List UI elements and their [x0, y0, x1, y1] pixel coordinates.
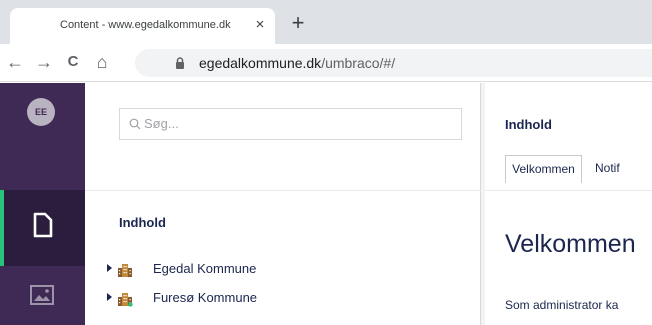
search-icon	[129, 118, 141, 130]
section-content[interactable]	[0, 190, 85, 266]
forward-icon[interactable]: →	[33, 51, 55, 73]
section-navigation: EE	[0, 83, 85, 325]
tree-item-label: Furesø Kommune	[153, 290, 258, 305]
tab-title: Content - www.egedalkommune.dk	[60, 19, 231, 31]
expand-caret-icon[interactable]	[107, 293, 112, 301]
favicon-icon	[22, 18, 36, 34]
tab-notifications[interactable]: Notif	[591, 155, 651, 183]
lock-icon	[176, 57, 184, 69]
umbraco-backoffice: EE Søg... Indhold Egedal Kommune Furesø …	[0, 83, 652, 325]
building-icon	[118, 293, 133, 307]
section-media[interactable]	[0, 266, 85, 325]
search-placeholder: Søg...	[144, 116, 179, 131]
tree-item[interactable]: Furesø Kommune	[105, 288, 465, 310]
image-icon	[30, 285, 54, 305]
tree-item-label: Egedal Kommune	[153, 261, 257, 276]
browser-tabstrip: Content - www.egedalkommune.dk × +	[0, 0, 652, 44]
editor-panel: Indhold Velkommen Notif Velkommen Som ad…	[481, 83, 652, 325]
search-input[interactable]: Søg...	[119, 108, 462, 140]
back-icon[interactable]: ←	[4, 51, 26, 73]
tree-heading[interactable]: Indhold	[119, 215, 166, 230]
address-bar[interactable]: egedalkommune.dk/umbraco/#/	[135, 49, 652, 77]
tree-item[interactable]: Egedal Kommune	[105, 259, 465, 281]
divider	[85, 190, 481, 191]
welcome-text: Som administrator ka	[505, 298, 619, 312]
url-text: egedalkommune.dk/umbraco/#/	[199, 55, 395, 71]
active-section-indicator	[0, 190, 4, 266]
url-host: egedalkommune.dk	[199, 55, 322, 71]
expand-caret-icon[interactable]	[107, 264, 112, 272]
editor-title: Indhold	[505, 117, 552, 132]
browser-toolbar: ← → C ⌂ egedalkommune.dk/umbraco/#/	[0, 44, 652, 82]
new-tab-button[interactable]: +	[286, 12, 310, 36]
reload-icon[interactable]: C	[62, 51, 84, 73]
browser-tab[interactable]: Content - www.egedalkommune.dk ×	[10, 8, 275, 44]
document-icon	[33, 212, 53, 238]
welcome-heading: Velkommen	[505, 230, 636, 258]
url-path: /umbraco/#/	[321, 55, 396, 71]
content-tree-panel: Søg... Indhold Egedal Kommune Furesø Kom…	[85, 83, 481, 325]
user-avatar[interactable]: EE	[27, 98, 55, 126]
tab-close-icon[interactable]: ×	[250, 15, 270, 35]
home-icon[interactable]: ⌂	[91, 51, 113, 73]
building-icon	[118, 264, 132, 277]
editor-header: Indhold Velkommen Notif	[485, 83, 652, 191]
tab-welcome[interactable]: Velkommen	[505, 155, 582, 183]
